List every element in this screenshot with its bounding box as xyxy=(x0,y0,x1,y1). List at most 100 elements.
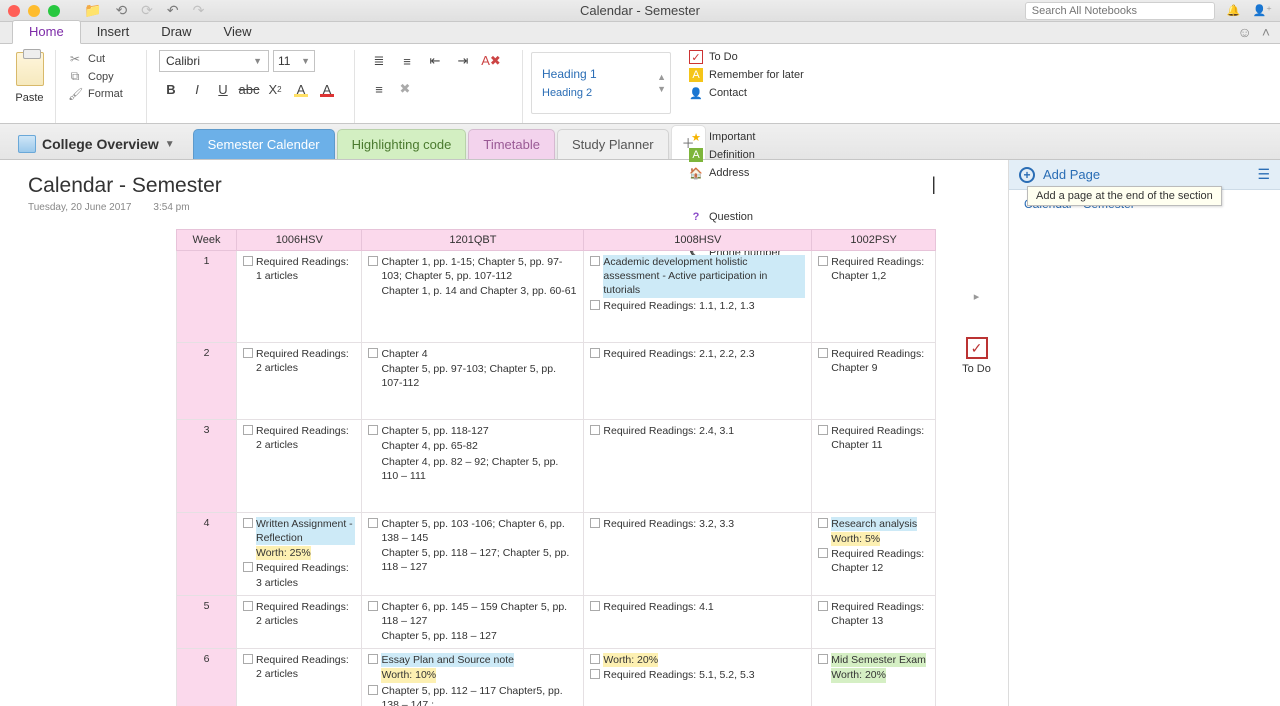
minimize-window-button[interactable] xyxy=(28,5,40,17)
highlight-color-button[interactable]: A xyxy=(289,78,313,100)
align-button[interactable]: ≡ xyxy=(367,78,391,100)
todo-checkbox[interactable] xyxy=(590,669,600,679)
todo-checkbox[interactable] xyxy=(368,685,378,695)
todo-checkbox[interactable] xyxy=(590,601,600,611)
table-cell[interactable]: Required Readings: Chapter 13 xyxy=(812,595,936,649)
paste-button[interactable]: Paste xyxy=(15,92,43,104)
styles-gallery[interactable]: Heading 1 Heading 2 ▲▼ xyxy=(531,52,671,114)
style-heading1[interactable]: Heading 1 xyxy=(542,67,646,81)
clipboard-icon[interactable] xyxy=(16,52,44,86)
calendar-table[interactable]: Week1006HSV1201QBT1008HSV1002PSY1Require… xyxy=(176,229,936,706)
bullets-button[interactable]: ≣ xyxy=(367,50,391,72)
table-cell[interactable]: Research analysisWorth: 5%Required Readi… xyxy=(812,512,936,595)
underline-button[interactable]: U xyxy=(211,78,235,100)
zoom-window-button[interactable] xyxy=(48,5,60,17)
table-cell[interactable]: Required Readings: 2 articles xyxy=(237,649,362,706)
search-input[interactable] xyxy=(1025,2,1215,20)
tab-draw[interactable]: Draw xyxy=(145,21,207,43)
undo-icon[interactable]: ↶ xyxy=(167,2,179,19)
clear-format-button[interactable]: A✖ xyxy=(479,50,503,72)
todo-checkbox[interactable] xyxy=(243,601,253,611)
format-button[interactable]: 🖌Format xyxy=(68,87,138,101)
table-cell[interactable]: Required Readings: 2.4, 3.1 xyxy=(584,420,812,513)
todo-checkbox[interactable] xyxy=(818,654,828,664)
share-icon[interactable]: 👤⁺ xyxy=(1252,4,1272,17)
section-tab[interactable]: Highlighting code xyxy=(337,129,467,159)
section-tab[interactable]: Study Planner xyxy=(557,129,669,159)
todo-checkbox[interactable] xyxy=(243,348,253,358)
notifications-icon[interactable]: 🔔 xyxy=(1227,4,1241,17)
table-cell[interactable]: Mid Semester ExamWorth: 20% xyxy=(812,649,936,706)
table-cell[interactable]: Required Readings: 2 articles xyxy=(237,342,362,420)
tag-remember[interactable]: ARemember for later xyxy=(689,68,1264,82)
todo-checkbox[interactable] xyxy=(818,348,828,358)
folder-icon[interactable]: 📁 xyxy=(84,2,101,19)
todo-checkbox[interactable] xyxy=(818,425,828,435)
table-cell[interactable]: Required Readings: 4.1 xyxy=(584,595,812,649)
table-cell[interactable]: Required Readings: Chapter 11 xyxy=(812,420,936,513)
section-tab[interactable]: Semester Calender xyxy=(193,129,335,159)
todo-checkbox[interactable] xyxy=(368,518,378,528)
todo-checkbox[interactable] xyxy=(243,654,253,664)
todo-checkbox[interactable] xyxy=(590,425,600,435)
font-size-select[interactable]: 11▼ xyxy=(273,50,315,72)
table-cell[interactable]: Worth: 20%Required Readings: 5.1, 5.2, 5… xyxy=(584,649,812,706)
todo-checkbox[interactable] xyxy=(818,548,828,558)
indent-button[interactable]: ⇥ xyxy=(451,50,475,72)
delete-button[interactable]: ✖ xyxy=(393,78,417,100)
page-title[interactable]: Calendar - Semester xyxy=(28,174,222,198)
tab-view[interactable]: View xyxy=(208,21,268,43)
table-cell[interactable]: Required Readings: Chapter 1,2 xyxy=(812,251,936,343)
table-cell[interactable]: Chapter 5, pp. 118-127Chapter 4, pp. 65-… xyxy=(362,420,584,513)
todo-checkbox[interactable] xyxy=(368,601,378,611)
table-cell[interactable]: Chapter 5, pp. 103 -106; Chapter 6, pp. … xyxy=(362,512,584,595)
tag-important[interactable]: ★Important xyxy=(689,130,1264,144)
redo-icon[interactable]: ↷ xyxy=(193,2,205,19)
todo-checkbox[interactable] xyxy=(818,256,828,266)
todo-checkbox[interactable] xyxy=(590,256,600,266)
todo-checkbox[interactable] xyxy=(590,654,600,664)
todo-checkbox[interactable] xyxy=(590,518,600,528)
bold-button[interactable]: B xyxy=(159,78,183,100)
section-tab[interactable]: Timetable xyxy=(468,129,555,159)
table-cell[interactable]: Chapter 4Chapter 5, pp. 97-103; Chapter … xyxy=(362,342,584,420)
table-cell[interactable]: Written Assignment - ReflectionWorth: 25… xyxy=(237,512,362,595)
emoji-icon[interactable]: ☺ xyxy=(1238,24,1252,40)
add-page-button[interactable]: + Add Page ☰ Add a page at the end of th… xyxy=(1009,160,1280,190)
table-cell[interactable]: Required Readings: 2 articles xyxy=(237,420,362,513)
italic-button[interactable]: I xyxy=(185,78,209,100)
todo-checkbox[interactable] xyxy=(368,256,378,266)
tab-home[interactable]: Home xyxy=(12,20,81,44)
font-name-select[interactable]: Calibri▼ xyxy=(159,50,269,72)
subscript-button[interactable]: X2 xyxy=(263,78,287,100)
todo-checkbox[interactable] xyxy=(590,348,600,358)
sort-icon[interactable]: ☰ xyxy=(1257,166,1270,183)
table-cell[interactable]: Required Readings: 2 articles xyxy=(237,595,362,649)
style-up-icon[interactable]: ▲ xyxy=(657,72,666,82)
todo-checkbox[interactable] xyxy=(243,562,253,572)
table-cell[interactable]: Chapter 6, pp. 145 – 159 Chapter 5, pp. … xyxy=(362,595,584,649)
tab-insert[interactable]: Insert xyxy=(81,21,146,43)
table-cell[interactable]: Academic development holistic assessment… xyxy=(584,251,812,343)
table-cell[interactable]: Chapter 1, pp. 1-15; Chapter 5, pp. 97-1… xyxy=(362,251,584,343)
todo-checkbox[interactable] xyxy=(818,518,828,528)
outdent-button[interactable]: ⇤ xyxy=(423,50,447,72)
forward-icon[interactable]: ⟳ xyxy=(141,2,153,19)
notebook-selector[interactable]: College Overview ▼ xyxy=(8,129,185,159)
todo-checkbox[interactable] xyxy=(368,348,378,358)
table-cell[interactable]: Required Readings: 1 articles xyxy=(237,251,362,343)
tag-todo[interactable]: ✓To Do xyxy=(689,50,1264,64)
table-cell[interactable]: Required Readings: 2.1, 2.2, 2.3 xyxy=(584,342,812,420)
collapse-ribbon-icon[interactable]: ˄ xyxy=(1262,24,1270,40)
font-color-button[interactable]: A xyxy=(315,78,339,100)
close-window-button[interactable] xyxy=(8,5,20,17)
numbering-button[interactable]: ≡ xyxy=(395,50,419,72)
todo-checkbox[interactable] xyxy=(368,654,378,664)
todo-checkbox[interactable] xyxy=(368,425,378,435)
todo-checkbox[interactable] xyxy=(590,300,600,310)
table-cell[interactable]: Essay Plan and Source noteWorth: 10%Chap… xyxy=(362,649,584,706)
todo-checkbox[interactable] xyxy=(818,601,828,611)
copy-button[interactable]: ⧉Copy xyxy=(68,69,138,84)
table-cell[interactable]: Required Readings: Chapter 9 xyxy=(812,342,936,420)
table-cell[interactable]: Required Readings: 3.2, 3.3 xyxy=(584,512,812,595)
